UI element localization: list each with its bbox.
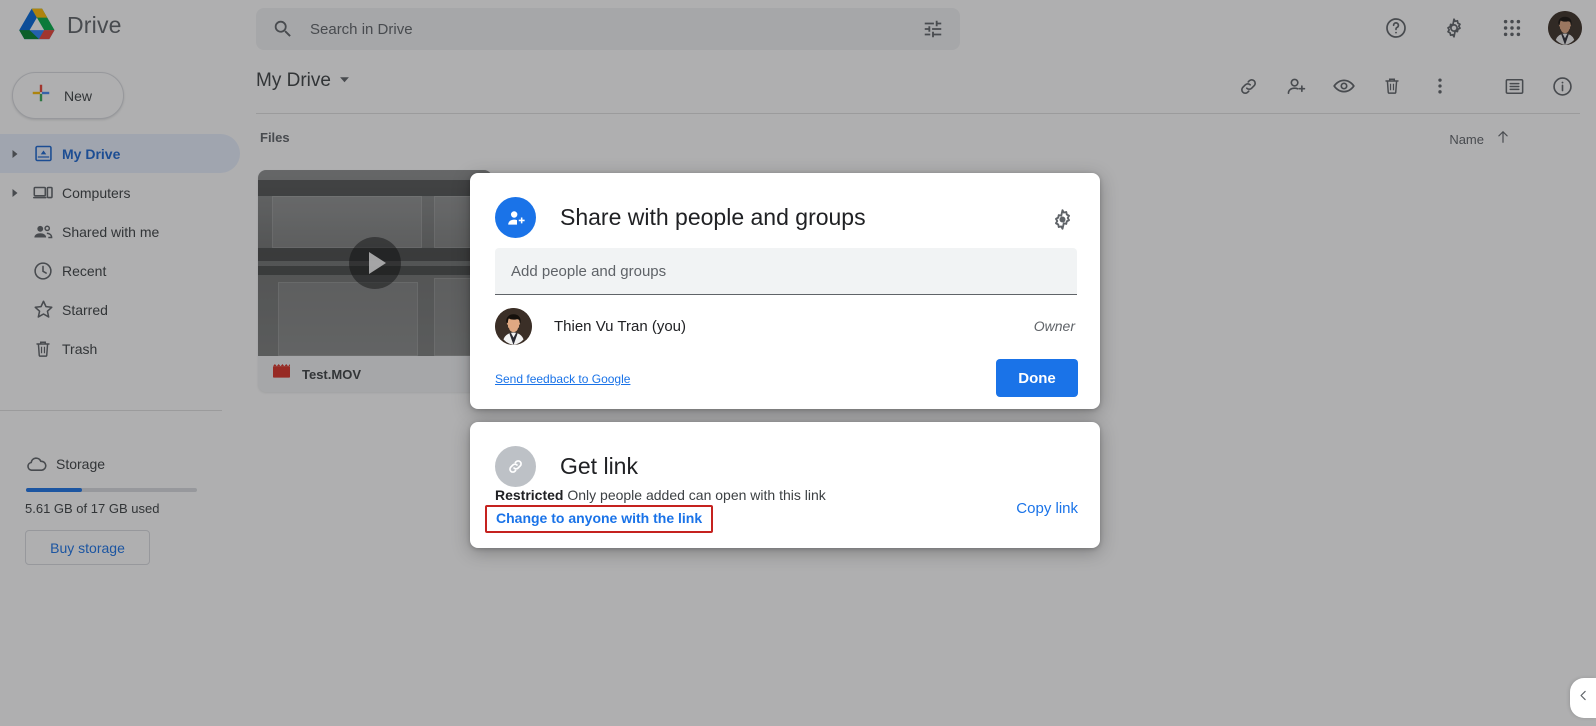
copy-link-button[interactable]: Copy link xyxy=(1016,500,1078,517)
drive-app-window: Drive Search in Drive New My Drive Compu… xyxy=(0,0,1596,726)
add-people-input[interactable] xyxy=(511,262,1077,280)
link-access-description: Only people added can open with this lin… xyxy=(567,487,826,503)
shared-person-row: Thien Vu Tran (you) Owner xyxy=(495,304,1077,348)
link-access-level: Restricted xyxy=(495,487,564,503)
person-name-label: Thien Vu Tran (you) xyxy=(554,317,687,335)
send-feedback-link[interactable]: Send feedback to Google xyxy=(495,372,630,386)
share-dialog: Share with people and groups Thien V xyxy=(470,173,1100,409)
get-link-title: Get link xyxy=(560,453,638,479)
get-link-dialog: Get link Restricted Only people added ca… xyxy=(470,422,1100,548)
add-people-field[interactable] xyxy=(495,248,1077,295)
get-link-title-row: Get link xyxy=(495,446,638,487)
person-avatar xyxy=(495,307,532,345)
done-button[interactable]: Done xyxy=(996,359,1078,397)
share-dialog-title-row: Share with people and groups xyxy=(495,197,866,238)
link-access-line: Restricted Only people added can open wi… xyxy=(495,487,826,503)
chevron-left-icon xyxy=(1577,689,1590,707)
change-link-access-button[interactable]: Change to anyone with the link xyxy=(485,505,714,533)
person-add-icon xyxy=(495,197,536,238)
expand-panel-button[interactable] xyxy=(1570,678,1596,718)
link-icon xyxy=(495,446,536,487)
change-link-access-label: Change to anyone with the link xyxy=(496,510,703,526)
person-role-label: Owner xyxy=(1033,318,1075,334)
share-dialog-title: Share with people and groups xyxy=(560,204,866,230)
share-settings-button[interactable] xyxy=(1046,203,1078,235)
